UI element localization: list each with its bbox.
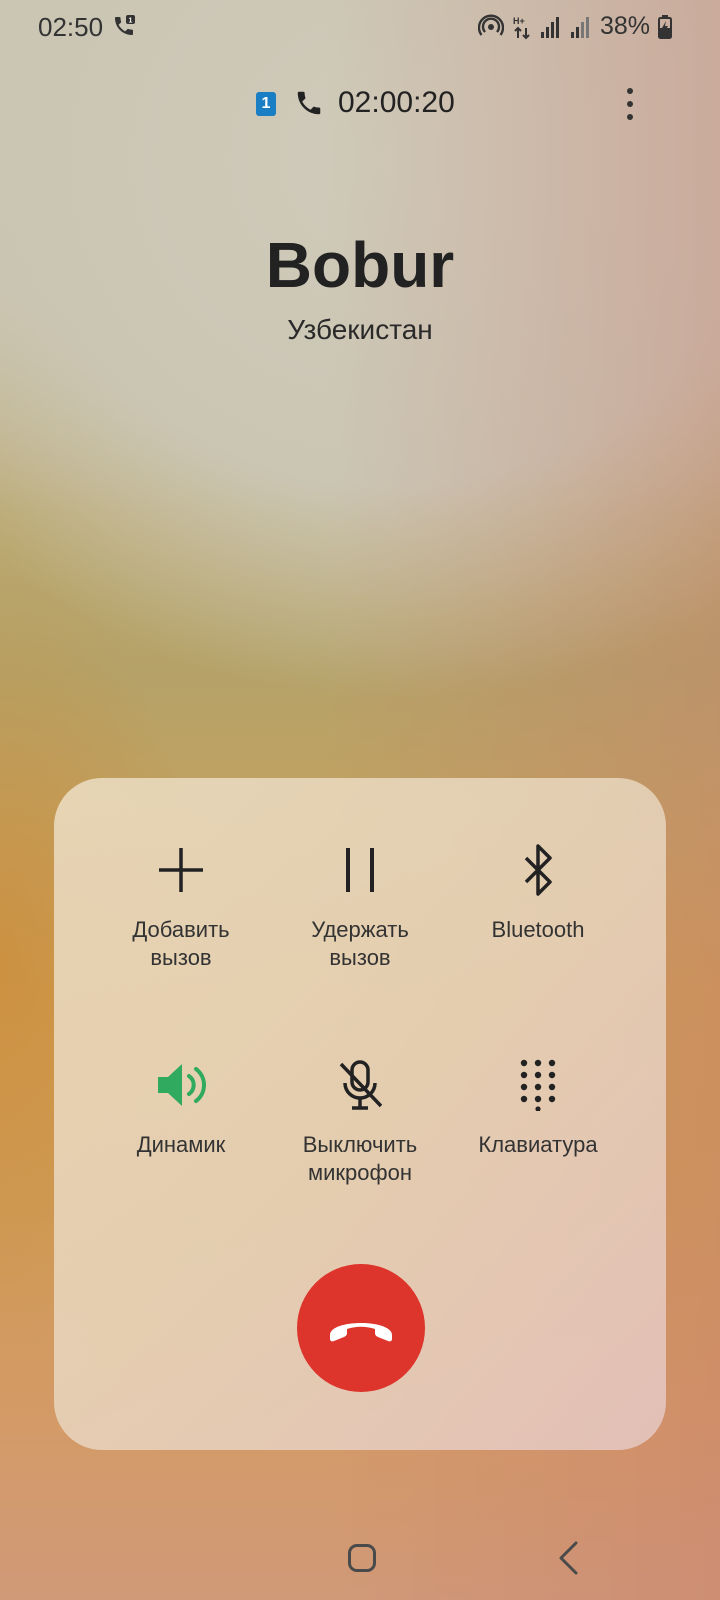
mic-off-icon — [339, 1060, 383, 1110]
end-call-button[interactable] — [297, 1264, 425, 1392]
mute-button[interactable]: Выключить микрофон — [270, 1053, 450, 1187]
data-transfer-icon: H+ — [513, 16, 530, 39]
back-button[interactable] — [556, 1540, 580, 1576]
keypad-icon — [520, 1059, 556, 1111]
signal-icon-sim1 — [540, 16, 559, 38]
hold-call-button[interactable]: Удержать вызов — [270, 838, 450, 972]
dot-icon — [627, 101, 633, 107]
battery-charging-icon — [658, 14, 672, 39]
dot-icon — [627, 114, 633, 120]
call-header: 1 02:00:20 — [0, 84, 720, 124]
sim-badge: 1 — [256, 92, 276, 116]
call-timer: 02:00:20 — [338, 86, 455, 119]
hold-call-label: Удержать вызов — [311, 917, 409, 970]
keypad-label: Клавиатура — [478, 1132, 598, 1157]
ongoing-call-icon: 1 — [115, 15, 135, 35]
speaker-label: Динамик — [136, 1132, 226, 1157]
hotspot-icon — [477, 14, 504, 36]
battery-percent: 38% — [599, 12, 650, 40]
dot-icon — [627, 88, 633, 94]
status-bar: 02:50 1 H+ 38% — [0, 0, 720, 52]
svg-text:H+: H+ — [513, 16, 525, 26]
keypad-button[interactable]: Клавиатура — [448, 1053, 628, 1159]
status-icons: H+ 38% — [477, 12, 672, 41]
signal-icon-sim2 — [570, 16, 589, 38]
contact-name: Bobur — [265, 229, 455, 301]
speaker-icon — [158, 1064, 206, 1106]
phone-icon — [297, 91, 321, 115]
status-time: 02:50 — [38, 12, 104, 42]
speaker-button[interactable]: Динамик — [91, 1053, 271, 1159]
bluetooth-label: Bluetooth — [491, 917, 585, 942]
home-button[interactable] — [348, 1544, 376, 1572]
bluetooth-button[interactable]: Bluetooth — [448, 838, 628, 944]
bluetooth-icon — [524, 844, 552, 896]
contact-country: Узбекистан — [287, 314, 433, 345]
hang-up-icon — [330, 1323, 392, 1342]
add-call-button[interactable]: Добавить вызов — [91, 838, 271, 972]
plus-icon — [159, 848, 203, 892]
mute-label: Выключить микрофон — [302, 1132, 418, 1185]
more-options-button[interactable] — [612, 84, 648, 124]
add-call-label: Добавить вызов — [132, 917, 230, 970]
pause-icon — [346, 848, 374, 892]
svg-text:1: 1 — [129, 18, 133, 25]
navigation-bar — [0, 1520, 720, 1600]
